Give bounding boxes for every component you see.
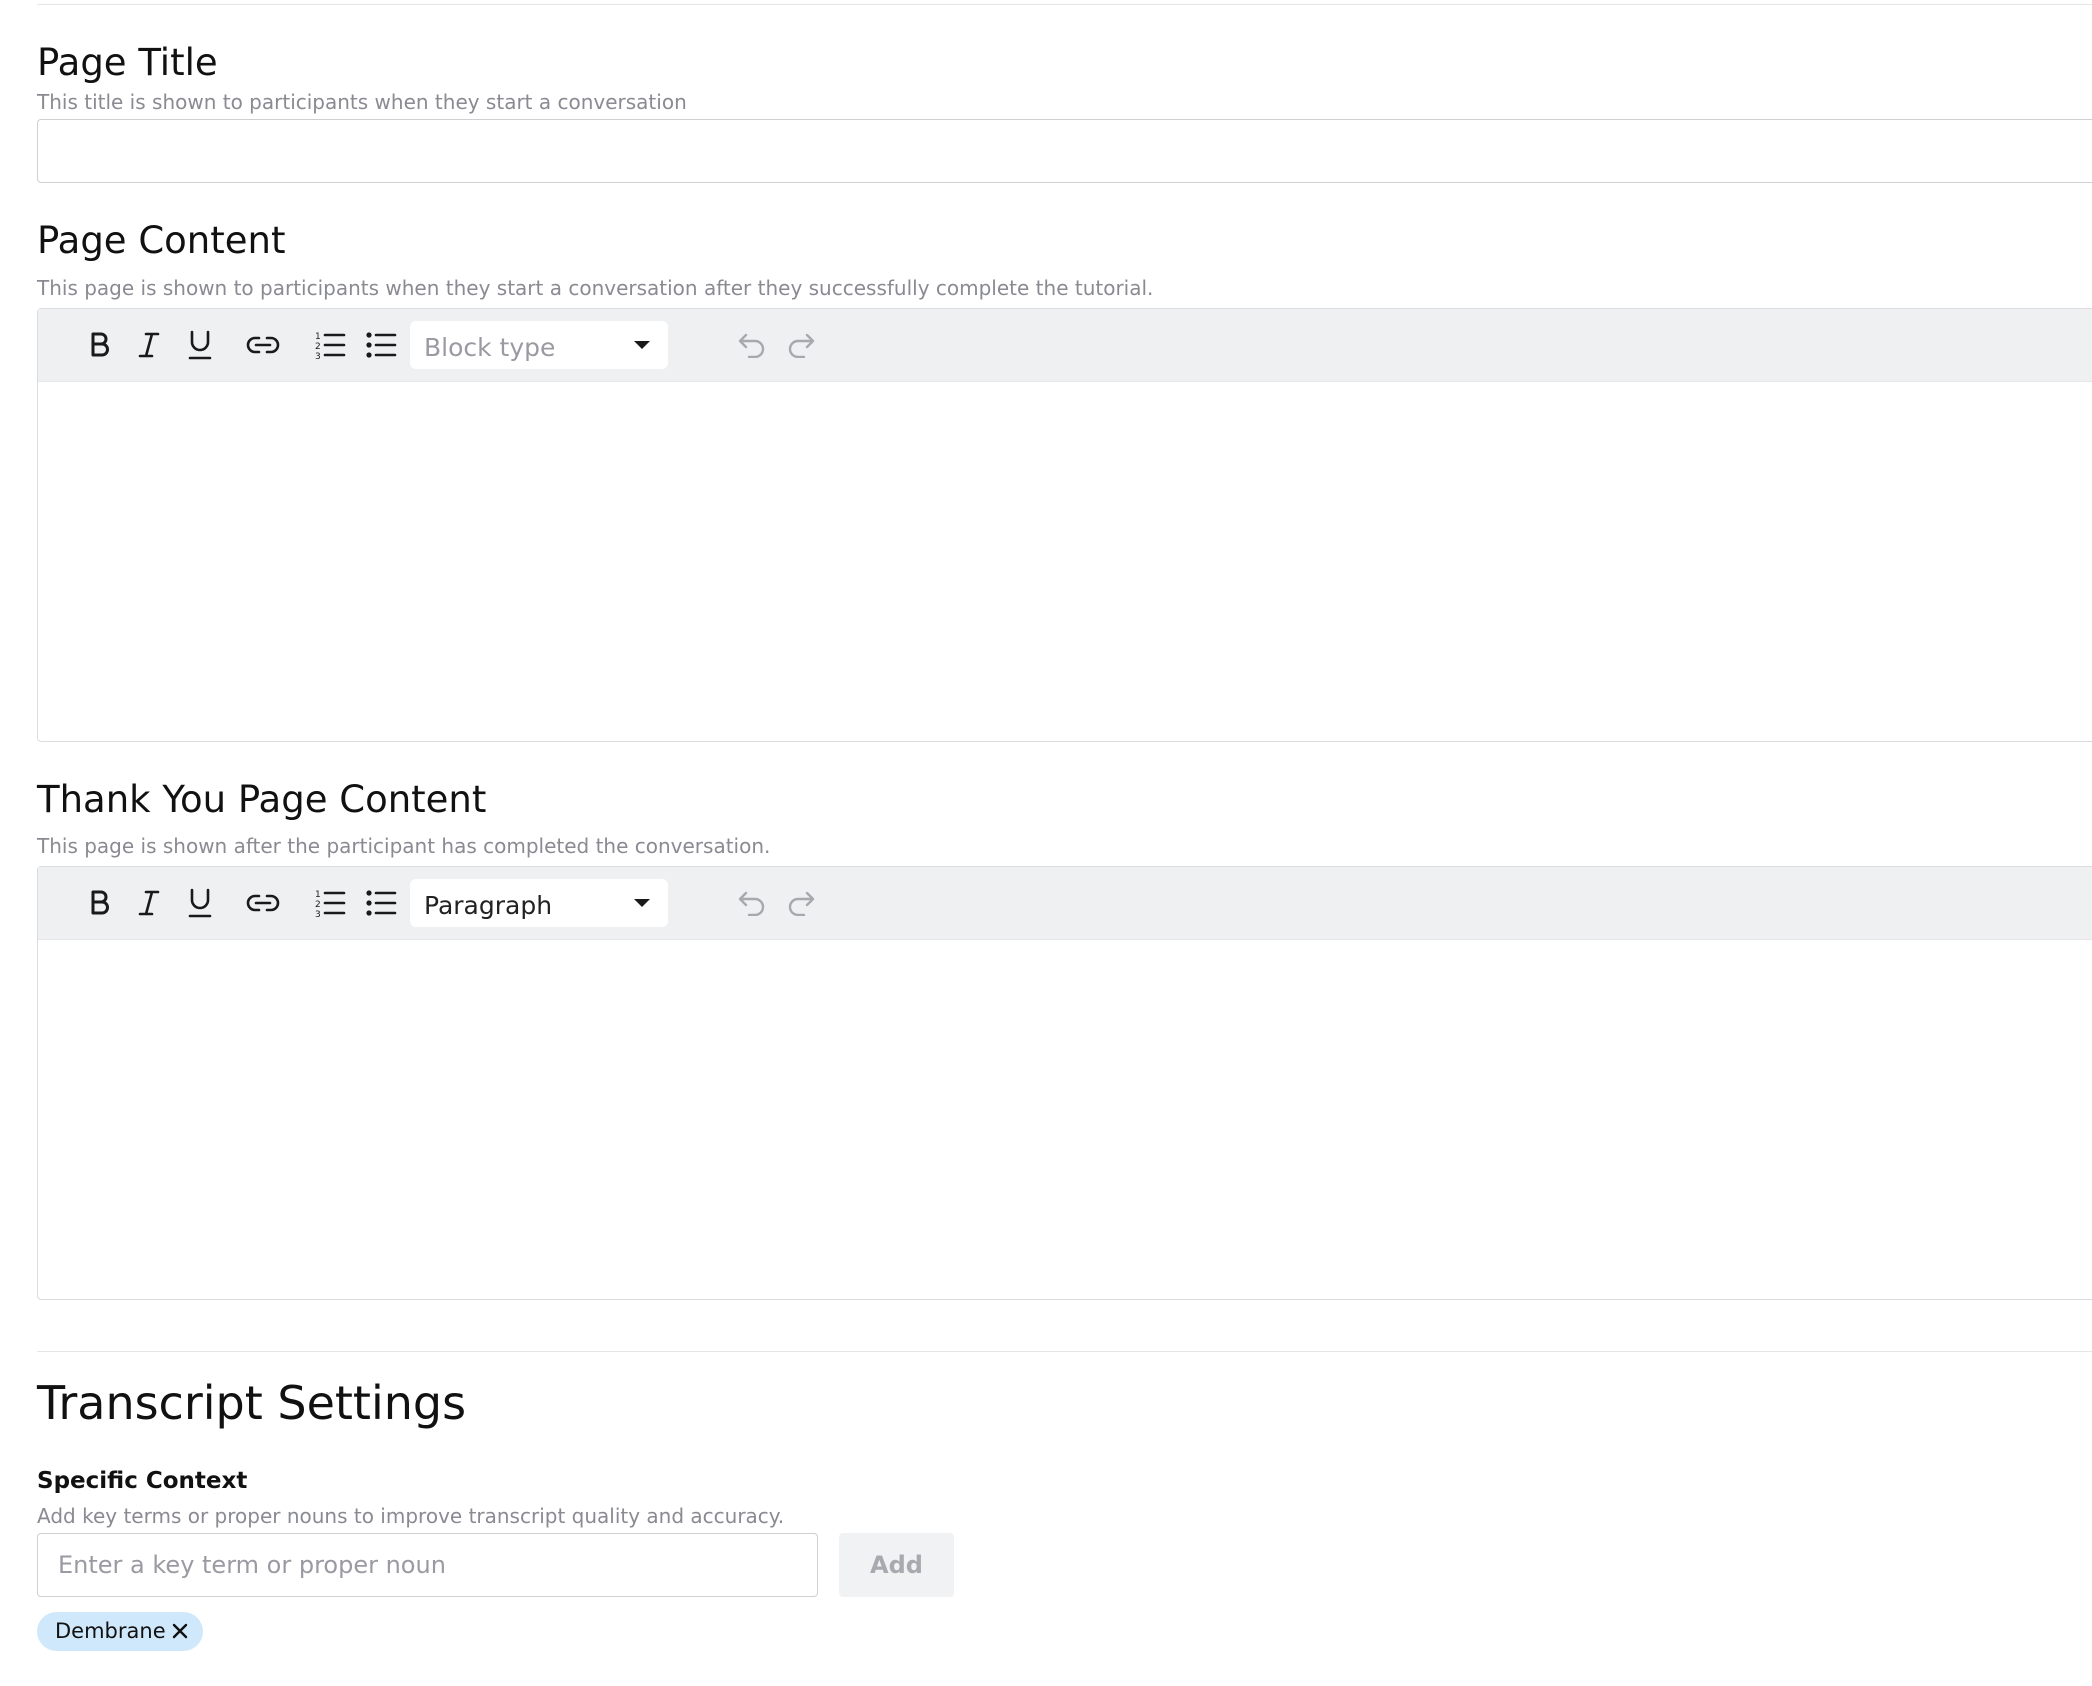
block-type-select[interactable]: Block type bbox=[410, 321, 668, 369]
ordered-list-icon[interactable]: 123 bbox=[312, 327, 348, 363]
italic-icon[interactable] bbox=[131, 885, 167, 921]
block-type-select[interactable]: Paragraph bbox=[410, 879, 668, 927]
page-content-heading: Page Content bbox=[37, 219, 286, 262]
link-icon[interactable] bbox=[245, 327, 281, 363]
undo-icon[interactable] bbox=[734, 327, 770, 363]
svg-text:3: 3 bbox=[315, 352, 321, 361]
redo-icon[interactable] bbox=[783, 885, 819, 921]
bold-icon[interactable] bbox=[82, 327, 118, 363]
key-term-input[interactable] bbox=[37, 1533, 818, 1597]
redo-icon[interactable] bbox=[783, 327, 819, 363]
specific-context-label: Specific Context bbox=[37, 1468, 248, 1494]
page-title-input[interactable] bbox=[37, 119, 2092, 183]
svg-text:3: 3 bbox=[315, 910, 321, 919]
transcript-settings-heading: Transcript Settings bbox=[37, 1376, 467, 1430]
thank-you-editor: 123 Paragraph bbox=[37, 866, 2092, 1300]
block-type-value: Paragraph bbox=[424, 891, 553, 920]
specific-context-helper: Add key terms or proper nouns to improve… bbox=[37, 1504, 785, 1528]
underline-icon[interactable] bbox=[182, 885, 218, 921]
svg-text:2: 2 bbox=[315, 900, 321, 910]
italic-icon[interactable] bbox=[131, 327, 167, 363]
section-divider bbox=[37, 1351, 2092, 1352]
thank-you-heading: Thank You Page Content bbox=[37, 778, 487, 821]
svg-text:2: 2 bbox=[315, 342, 321, 352]
bold-icon[interactable] bbox=[82, 885, 118, 921]
underline-icon[interactable] bbox=[182, 327, 218, 363]
bullet-list-icon[interactable] bbox=[363, 885, 399, 921]
link-icon[interactable] bbox=[245, 885, 281, 921]
bullet-list-icon[interactable] bbox=[363, 327, 399, 363]
add-term-button[interactable]: Add bbox=[839, 1533, 954, 1597]
close-icon[interactable] bbox=[169, 1620, 191, 1642]
thank-you-toolbar: 123 Paragraph bbox=[38, 867, 2092, 940]
ordered-list-icon[interactable]: 123 bbox=[312, 885, 348, 921]
page-content-helper: This page is shown to participants when … bbox=[37, 276, 1154, 300]
svg-text:1: 1 bbox=[315, 332, 321, 342]
caret-down-icon bbox=[634, 341, 650, 349]
term-chip-label: Dembrane bbox=[55, 1619, 166, 1643]
thank-you-body[interactable] bbox=[38, 940, 2092, 1299]
page-content-toolbar: 123 Block type bbox=[38, 309, 2092, 382]
caret-down-icon bbox=[634, 899, 650, 907]
page-content-editor: 123 Block type bbox=[37, 308, 2092, 742]
page-content-body[interactable] bbox=[38, 382, 2092, 741]
term-chip: Dembrane bbox=[37, 1612, 203, 1651]
undo-icon[interactable] bbox=[734, 885, 770, 921]
thank-you-helper: This page is shown after the participant… bbox=[37, 834, 771, 858]
svg-text:1: 1 bbox=[315, 890, 321, 900]
block-type-value: Block type bbox=[424, 333, 556, 362]
page-title-heading: Page Title bbox=[37, 41, 218, 84]
page-title-helper: This title is shown to participants when… bbox=[37, 90, 687, 114]
top-divider bbox=[37, 4, 2092, 5]
